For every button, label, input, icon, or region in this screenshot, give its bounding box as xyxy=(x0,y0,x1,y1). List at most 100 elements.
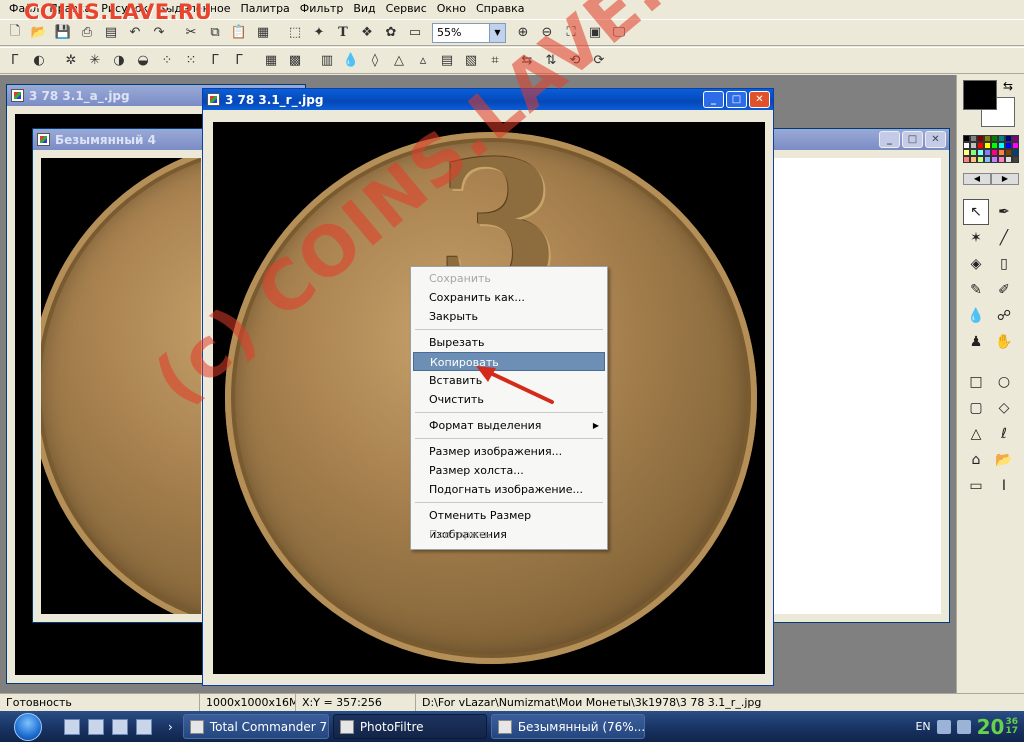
network-icon[interactable] xyxy=(956,719,971,734)
menu-item-save-as[interactable]: Сохранить как... xyxy=(413,288,605,307)
maximize-button[interactable]: □ xyxy=(902,131,923,148)
smudge-tool-icon[interactable]: ☍ xyxy=(991,303,1017,329)
paste-icon[interactable]: 📋 xyxy=(228,22,250,44)
ellipse-tool-icon[interactable]: ○ xyxy=(991,369,1017,395)
eyedropper-tool-icon[interactable]: ✒ xyxy=(991,199,1017,225)
scan-icon[interactable]: ▤ xyxy=(100,22,122,44)
menu-help[interactable]: Справка xyxy=(471,0,529,18)
language-indicator[interactable]: EN xyxy=(915,720,930,733)
zoom-in-icon[interactable]: ⊕ xyxy=(512,22,534,44)
fit-window-icon[interactable]: ⛶ xyxy=(560,22,582,44)
start-button[interactable] xyxy=(0,711,56,742)
menu-selection[interactable]: Выделенное xyxy=(153,0,235,18)
menu-item-clear[interactable]: Очистить xyxy=(413,390,605,409)
print-icon[interactable]: ⎙ xyxy=(76,22,98,44)
menu-window[interactable]: Окно xyxy=(432,0,471,18)
menu-item-canvas-size[interactable]: Размер холста... xyxy=(413,461,605,480)
window-titlebar[interactable]: 3 78 3.1_r_.jpg _ □ ✕ xyxy=(203,89,773,110)
chevron-down-icon[interactable]: ▼ xyxy=(489,23,505,42)
media-icon[interactable] xyxy=(136,718,152,735)
fullscreen-icon[interactable]: 🖵 xyxy=(608,22,630,44)
saturation-down-icon[interactable]: ⁘ xyxy=(156,50,178,72)
rotate-left-icon[interactable]: ⟲ xyxy=(564,50,586,72)
open-icon[interactable]: 📂 xyxy=(28,22,50,44)
white-canvas[interactable] xyxy=(773,158,941,614)
maximize-button[interactable]: □ xyxy=(726,91,747,108)
blur-icon[interactable]: 💧 xyxy=(340,50,362,72)
saturation-up-icon[interactable]: ⁙ xyxy=(180,50,202,72)
task-untitled[interactable]: Безымянный (76%... xyxy=(490,714,645,739)
selection-mode-icon[interactable]: ▭ xyxy=(963,473,989,499)
menu-edit[interactable]: Правка xyxy=(44,0,96,18)
cut-icon[interactable]: ✂ xyxy=(180,22,202,44)
image-canvas[interactable] xyxy=(41,158,201,614)
color-icon[interactable]: ▦ xyxy=(252,22,274,44)
open-selection-icon[interactable]: 📂 xyxy=(991,447,1017,473)
diamond-tool-icon[interactable]: ◇ xyxy=(991,395,1017,421)
lasso-tool-icon[interactable]: ℓ xyxy=(991,421,1017,447)
flip-vertical-icon[interactable]: ⇅ xyxy=(540,50,562,72)
transform-icon[interactable]: ⌗ xyxy=(484,50,506,72)
brightness-down-icon[interactable]: ✲ xyxy=(60,50,82,72)
zoom-out-icon[interactable]: ⊖ xyxy=(536,22,558,44)
stamp-tool-icon[interactable]: ♟ xyxy=(963,329,989,355)
save-icon[interactable]: 💾 xyxy=(52,22,74,44)
foreground-color[interactable] xyxy=(963,80,997,110)
task-photofiltre[interactable]: PhotoFiltre xyxy=(332,714,487,739)
menu-filter[interactable]: Фильтр xyxy=(295,0,349,18)
run-icon[interactable]: ✦ xyxy=(308,22,330,44)
menu-palette[interactable]: Палитра xyxy=(235,0,294,18)
texture-icon[interactable]: ▩ xyxy=(284,50,306,72)
rectangle-tool-icon[interactable]: □ xyxy=(963,369,989,395)
menu-file[interactable]: Файл xyxy=(4,0,44,18)
task-total-commander[interactable]: Total Commander 7... xyxy=(182,714,329,739)
menu-item-copy[interactable]: Копировать xyxy=(413,352,605,371)
triangle-icon[interactable]: △ xyxy=(388,50,410,72)
blur-tool-icon[interactable]: 💧 xyxy=(963,303,989,329)
magic-wand-tool-icon[interactable]: ✶ xyxy=(963,225,989,251)
zoom-select[interactable]: 55% ▼ xyxy=(432,22,506,43)
color-swatches[interactable] xyxy=(963,135,1019,163)
swap-colors-icon[interactable]: ⇆ xyxy=(1003,79,1013,93)
brightness-up-icon[interactable]: ✳ xyxy=(84,50,106,72)
close-button[interactable]: ✕ xyxy=(749,91,770,108)
polygon-tool-icon[interactable]: ⌂ xyxy=(963,447,989,473)
close-button[interactable]: ✕ xyxy=(925,131,946,148)
line-tool-icon[interactable]: ╱ xyxy=(991,225,1017,251)
auto-levels-icon[interactable]: Г xyxy=(4,50,26,72)
auto-contrast-icon[interactable]: ◐ xyxy=(28,50,50,72)
layers-icon[interactable]: ❖ xyxy=(356,22,378,44)
advanced-brush-tool-icon[interactable]: ✐ xyxy=(991,277,1017,303)
gradient-icon[interactable]: ▤ xyxy=(436,50,458,72)
text-icon[interactable]: T xyxy=(332,22,354,44)
text-selection-icon[interactable]: I xyxy=(991,473,1017,499)
chevron-right-icon[interactable]: › xyxy=(160,720,181,734)
grid-icon[interactable]: ▦ xyxy=(260,50,282,72)
image-size-icon[interactable]: ⬚ xyxy=(284,22,306,44)
fade-icon[interactable]: ▥ xyxy=(316,50,338,72)
properties-icon[interactable]: ▭ xyxy=(404,22,426,44)
pointer-tool-icon[interactable]: ↖ xyxy=(963,199,989,225)
menu-image[interactable]: Рисунок xyxy=(96,0,153,18)
contrast-up-icon[interactable]: ◒ xyxy=(132,50,154,72)
fill-tool-icon[interactable]: ◈ xyxy=(963,251,989,277)
menu-view[interactable]: Вид xyxy=(348,0,380,18)
clock[interactable]: 20 36 17 xyxy=(977,715,1018,739)
menu-item-image-size[interactable]: Размер изображения... xyxy=(413,442,605,461)
minimize-button[interactable]: _ xyxy=(703,91,724,108)
menu-item-undo[interactable]: Отменить Размер изображения xyxy=(413,506,605,541)
new-icon[interactable]: 🗋 xyxy=(4,22,26,44)
menu-item-paste[interactable]: Вставить xyxy=(413,371,605,390)
redo-icon[interactable]: ↷ xyxy=(148,22,170,44)
triangle-tool-icon[interactable]: △ xyxy=(963,421,989,447)
rounded-rect-tool-icon[interactable]: ▢ xyxy=(963,395,989,421)
brush-tool-icon[interactable]: ✎ xyxy=(963,277,989,303)
gamma-up-icon[interactable]: Γ xyxy=(228,50,250,72)
hand-tool-icon[interactable]: ✋ xyxy=(991,329,1017,355)
triangle-outline-icon[interactable]: ▵ xyxy=(412,50,434,72)
explorer-icon[interactable] xyxy=(88,718,104,735)
sharpen-icon[interactable]: ◊ xyxy=(364,50,386,72)
contrast-down-icon[interactable]: ◑ xyxy=(108,50,130,72)
menu-item-cut[interactable]: Вырезать xyxy=(413,333,605,352)
spray-tool-icon[interactable]: ▯ xyxy=(991,251,1017,277)
